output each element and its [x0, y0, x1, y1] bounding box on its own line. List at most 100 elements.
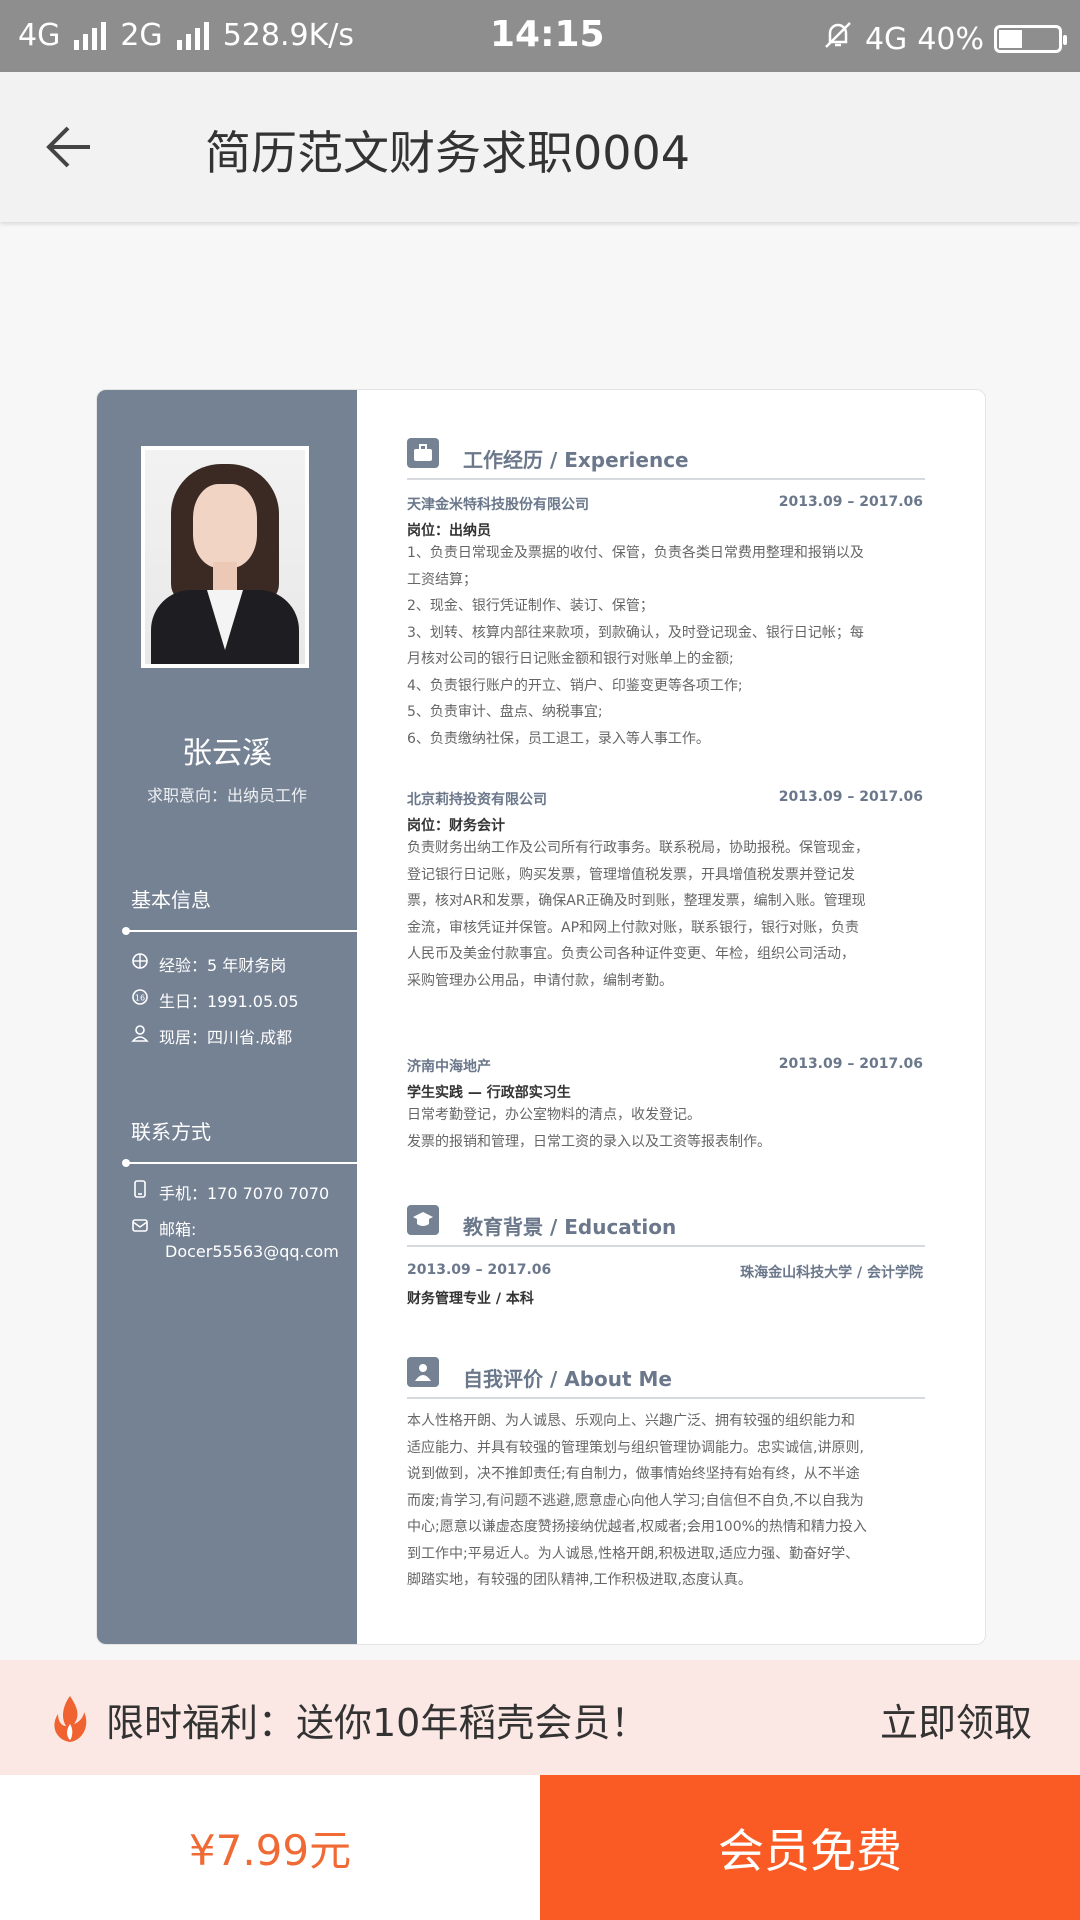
job-1-line: 6、负责缴纳社保，员工退工，录入等人事工作。 — [407, 730, 710, 747]
experience-text: 经验：5 年财务岗 — [159, 956, 287, 975]
phone-info: 手机：170 7070 7070 — [131, 1180, 329, 1204]
education-heading-text: 教育背景 / Education — [463, 1215, 677, 1239]
experience-heading-text: 工作经历 / Experience — [463, 448, 689, 472]
job-2-company: 北京莉持投资有限公司 — [407, 792, 547, 808]
network-speed: 528.9K/s — [222, 18, 354, 53]
job-3-line: 发票的报销和管理，日常工资的录入以及工资等报表制作。 — [407, 1133, 771, 1150]
resume-main: 工作经历 / Experience 天津金米特科技股份有限公司 2013.09 –… — [357, 390, 985, 1644]
flame-icon — [54, 1696, 87, 1742]
about-heading-text: 自我评价 / About Me — [463, 1367, 672, 1391]
about-text: 本人性格开朗、为人诚恳、乐观向上、兴趣广泛、拥有较强的组织能力和 适应能力、并具… — [407, 1408, 923, 1594]
about-line: 中心;愿意以谦虚态度赞扬接纳优越者,权威者;会用100%的热情和精力投入 — [407, 1519, 867, 1535]
crosshair-icon — [132, 953, 148, 969]
location-pin-icon — [131, 1025, 149, 1042]
job-1-line: 3、划转、核算内部往来款项，到款确认，及时登记现金、银行日记帐；每 — [407, 624, 864, 641]
job-2-header: 北京莉持投资有限公司 2013.09 – 2017.06 — [407, 789, 923, 809]
job-2-description: 负责财务出纳工作及公司所有行政事务。联系税局，协助报税。保管现金， 登记银行日记… — [407, 835, 923, 994]
job-1-line: 2、现金、银行凭证制作、装订、保管； — [407, 598, 654, 614]
job-3-line: 日常考勤登记，办公室物料的清点，收发登记。 — [407, 1107, 701, 1123]
job-1-description: 1、负责日常现金及票据的收付、保管，负责各类日常费用整理和报销以及 工资结算； … — [407, 540, 923, 752]
battery-percent: 40% — [917, 21, 984, 57]
signal-icon — [74, 21, 107, 50]
network-type-1: 4G — [18, 18, 61, 53]
signal-icon — [176, 21, 209, 50]
divider — [122, 1159, 357, 1167]
person-icon — [407, 1357, 439, 1387]
residence-info: 现居：四川省.成都 — [131, 1024, 292, 1048]
job-3-description: 日常考勤登记，办公室物料的清点，收发登记。 发票的报销和管理，日常工资的录入以及… — [407, 1102, 923, 1155]
back-button[interactable] — [40, 112, 110, 182]
email-text: Docer55563@qq.com — [165, 1242, 339, 1261]
email-label: 邮箱: — [159, 1220, 197, 1239]
job-1-line: 工资结算； — [407, 571, 477, 588]
job-3-company: 济南中海地产 — [407, 1059, 491, 1075]
job-1-date: 2013.09 – 2017.06 — [778, 494, 923, 510]
claim-now-button[interactable]: 立即领取 — [880, 1692, 1032, 1747]
profile-photo — [141, 446, 309, 668]
resume-name: 张云溪 — [182, 736, 272, 771]
job-3-header: 济南中海地产 2013.09 – 2017.06 — [407, 1056, 923, 1076]
svg-text:16: 16 — [135, 994, 145, 1003]
about-line: 脚踏实地，有较强的团队精神,工作积极进取,态度认真。 — [407, 1572, 752, 1588]
education-heading: 教育背景 / Education — [407, 1205, 925, 1247]
about-line: 本人性格开朗、为人诚恳、乐观向上、兴趣广泛、拥有较强的组织能力和 — [407, 1413, 855, 1429]
promo-text: 限时福利：送你10年稻壳会员！ — [106, 1701, 649, 1745]
phone-text: 手机：170 7070 7070 — [159, 1184, 330, 1203]
network-type-2: 2G — [120, 18, 163, 53]
member-free-button[interactable]: 会员免费 — [540, 1775, 1080, 1920]
job-2-line: 票，核对AR和发票，确保AR正确及时到账，整理发票，编制入账。管理现 — [407, 893, 866, 909]
resume-preview[interactable]: 张云溪 求职意向：出纳员工作 基本信息 经验：5 年财务岗 16 生日：1991… — [96, 389, 986, 1645]
education-major: 财务管理专业 / 本科 — [407, 1291, 534, 1307]
job-2-line: 人民币及美金付款事宜。负责公司各种证件变更、年检，组织公司活动， — [407, 946, 855, 962]
about-line: 到工作中;平易近人。为人诚恳,性格开朗,积极进取,适应力强、勤奋好学、 — [407, 1545, 860, 1562]
job-2-line: 负责财务出纳工作及公司所有行政事务。联系税局，协助报税。保管现金， — [407, 840, 869, 856]
job-1-line: 1、负责日常现金及票据的收付、保管，负责各类日常费用整理和报销以及 — [407, 545, 864, 561]
about-heading: 自我评价 / About Me — [407, 1357, 925, 1399]
job-2-line: 采购管理办公用品，申请付款，编制考勤。 — [407, 972, 673, 989]
job-1-company: 天津金米特科技股份有限公司 — [407, 497, 589, 513]
network-type-3: 4G — [864, 21, 908, 57]
about-line: 说到做到，决不推卸责任;有自制力，做事情始终坚持有始有终，从不半途 — [407, 1466, 860, 1482]
job-2-position: 岗位：财务会计 — [407, 818, 505, 834]
resume-intent: 求职意向：出纳员工作 — [146, 786, 307, 805]
calendar-clock-icon: 16 — [132, 989, 148, 1005]
top-bar: 简历范文财务求职0004 — [0, 72, 1080, 222]
birthday-info: 16 生日：1991.05.05 — [131, 988, 299, 1012]
battery-icon — [994, 25, 1067, 53]
experience-heading: 工作经历 / Experience — [407, 438, 925, 480]
job-1-line: 月核对公司的银行日记账金额和银行对账单上的金额; — [407, 651, 734, 667]
job-1-line: 4、负责银行账户的开立、销户、印鉴变更等各项工作; — [407, 677, 743, 694]
page-title: 简历范文财务求职0004 — [205, 126, 691, 180]
education-school: 珠海金山科技大学 / 会计学院 — [740, 1265, 923, 1281]
job-1-header: 天津金米特科技股份有限公司 2013.09 – 2017.06 — [407, 494, 923, 514]
back-arrow-icon — [46, 126, 90, 168]
about-line: 而废;肯学习,有问题不逃避,愿意虚心向他人学习;自信但不自负,不以自我为 — [407, 1492, 864, 1509]
job-1-position: 岗位：出纳员 — [407, 523, 491, 539]
divider — [122, 927, 357, 935]
education-date: 2013.09 – 2017.06 — [407, 1262, 552, 1278]
email-info: 邮箱: — [131, 1216, 196, 1240]
job-3-position: 学生实践 — 行政部实习生 — [407, 1085, 571, 1101]
promo-banner[interactable]: 限时福利：送你10年稻壳会员！ 立即领取 — [0, 1660, 1080, 1775]
graduation-cap-icon — [407, 1205, 439, 1235]
mute-bell-icon — [821, 18, 855, 60]
job-1-line: 5、负责审计、盘点、纳税事宜; — [407, 704, 603, 720]
about-line: 适应能力、并具有较强的管理策划与组织管理协调能力。忠实诚信,讲原则, — [407, 1439, 864, 1456]
residence-text: 现居：四川省.成都 — [159, 1028, 293, 1047]
contact-heading: 联系方式 — [131, 1120, 211, 1144]
job-3-date: 2013.09 – 2017.06 — [778, 1056, 923, 1072]
birthday-text: 生日：1991.05.05 — [159, 992, 299, 1011]
mail-icon — [132, 1219, 148, 1232]
resume-sidebar: 张云溪 求职意向：出纳员工作 基本信息 经验：5 年财务岗 16 生日：1991… — [97, 390, 357, 1644]
education-header: 2013.09 – 2017.06 珠海金山科技大学 / 会计学院 — [407, 1262, 923, 1281]
battery-fill — [999, 30, 1022, 48]
experience-info: 经验：5 年财务岗 — [131, 952, 286, 976]
buy-price-button[interactable]: ¥7.99元 — [0, 1775, 540, 1920]
job-2-line: 登记银行日记账，购买发票，管理增值税发票，开具增值税发票并登记发 — [407, 866, 855, 883]
basic-info-heading: 基本信息 — [131, 888, 211, 912]
status-bar: 4G 2G 528.9K/s 14:15 4G 40% — [0, 0, 1080, 72]
job-2-line: 金流，审核凭证并保管。AP和网上付款对账，联系银行，银行对账，负责 — [407, 919, 860, 936]
briefcase-icon — [407, 438, 439, 468]
job-2-date: 2013.09 – 2017.06 — [778, 789, 923, 805]
phone-icon — [134, 1180, 146, 1198]
